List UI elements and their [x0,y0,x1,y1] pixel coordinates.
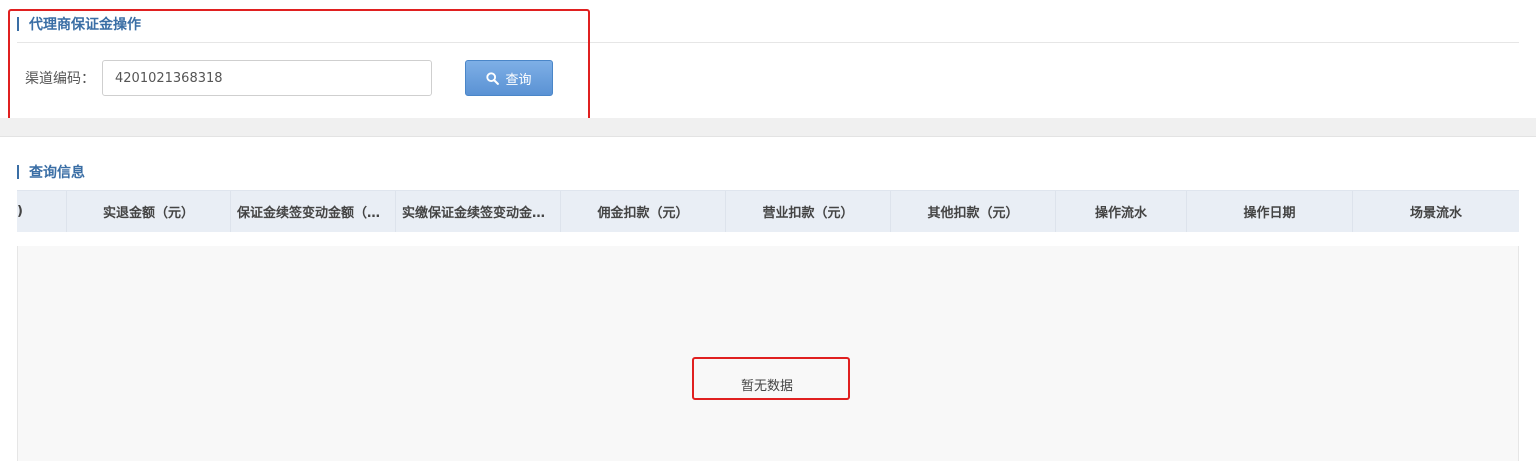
column-header[interactable]: 营业扣款（元） [726,191,891,232]
channel-code-input[interactable] [102,60,432,96]
column-header[interactable]: 操作流水 [1056,191,1187,232]
query-button-label: 查询 [505,72,532,88]
column-header[interactable]: ) [17,191,67,232]
operation-panel: 代理商保证金操作 渠道编码： 查询 [0,0,1536,124]
info-title-text: 查询信息 [29,165,85,181]
operation-title-text: 代理商保证金操作 [29,17,141,33]
page: 代理商保证金操作 渠道编码： 查询 查询信息 ) 实退金额（元） 保证金续签变动… [0,0,1536,461]
section-separator [0,118,1536,137]
operation-section-title: 代理商保证金操作 [17,14,141,34]
table-header: ) 实退金额（元） 保证金续签变动金额（元） 实缴保证金续签变动金额（元） 佣金… [17,190,1519,232]
column-header[interactable]: 场景流水 [1353,191,1519,232]
header-gap [17,232,1519,246]
title-divider [17,42,1519,43]
empty-state-text: 暂无数据 [741,379,794,394]
channel-code-label: 渠道编码： [25,71,95,87]
title-accent-bar [17,17,19,31]
table-body [17,246,1519,461]
column-header[interactable]: 佣金扣款（元） [561,191,726,232]
column-header[interactable]: 操作日期 [1187,191,1353,232]
column-header[interactable]: 实退金额（元） [67,191,231,232]
results-table[interactable]: ) 实退金额（元） 保证金续签变动金额（元） 实缴保证金续签变动金额（元） 佣金… [17,190,1519,461]
column-header[interactable]: 其他扣款（元） [891,191,1056,232]
query-button[interactable]: 查询 [465,60,553,96]
title-accent-bar [17,165,19,179]
info-section-title: 查询信息 [17,162,85,182]
column-header[interactable]: 保证金续签变动金额（元） [231,191,396,232]
search-icon [486,71,500,85]
column-header[interactable]: 实缴保证金续签变动金额（元） [396,191,561,232]
